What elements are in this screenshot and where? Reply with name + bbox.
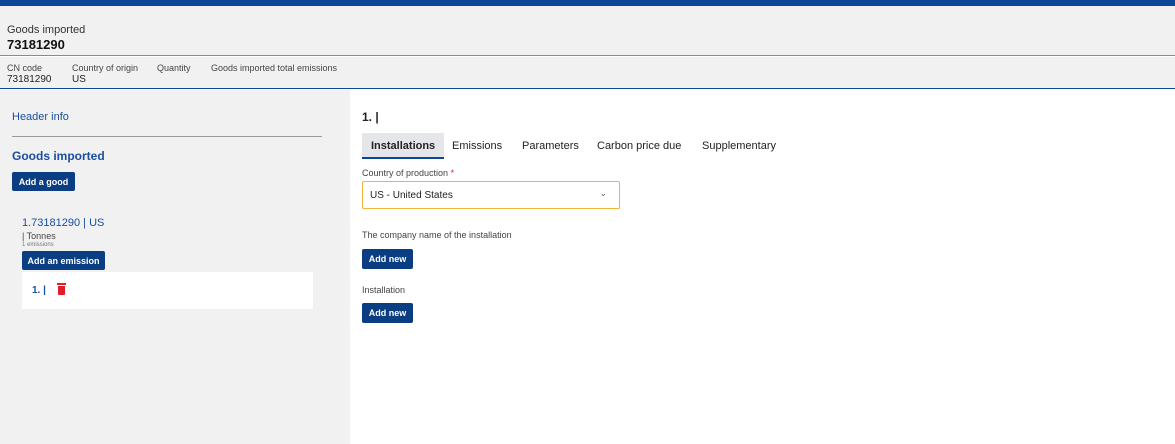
tab-carbon-price-due[interactable]: Carbon price due — [597, 133, 681, 157]
tab-supplementary[interactable]: Supplementary — [702, 133, 776, 157]
country-of-production-value: US - United States — [370, 189, 453, 201]
add-company-button[interactable]: Add new — [362, 249, 413, 269]
add-good-button[interactable]: Add a good — [12, 172, 75, 191]
country-of-origin-label: Country of origin — [72, 63, 139, 73]
tab-parameters[interactable]: Parameters — [522, 133, 579, 157]
chevron-down-icon: ⌄ — [599, 188, 607, 198]
quantity-label: Quantity — [157, 63, 191, 73]
country-of-production-select[interactable]: US - United States ⌄ — [362, 181, 620, 209]
page-header-label: Goods imported — [7, 24, 86, 36]
required-marker: * — [450, 168, 455, 178]
goods-summary-bar: CN code 73181290 Country of origin US Qu… — [0, 57, 1175, 89]
good-item-link[interactable]: 1.73181290 | US — [22, 217, 104, 229]
page-header: Goods imported 73181290 — [0, 6, 1175, 56]
good-item-unit: | Tonnes — [22, 231, 56, 241]
header-info-link[interactable]: Header info — [12, 111, 69, 123]
country-of-origin-value: US — [72, 74, 86, 85]
emission-title: 1. | — [362, 110, 379, 124]
sidebar-divider — [12, 136, 322, 137]
installation-label: Installation — [362, 285, 406, 295]
add-emission-button[interactable]: Add an emission — [22, 251, 105, 270]
cn-code-label: CN code — [7, 63, 43, 73]
emission-item-label: 1. | — [32, 285, 46, 296]
trash-icon[interactable] — [57, 283, 66, 295]
total-emissions-label: Goods imported total emissions — [211, 63, 338, 73]
add-installation-button[interactable]: Add new — [362, 303, 413, 323]
cn-code-value: 73181290 — [7, 74, 52, 85]
sidebar: Header info Goods imported Add a good 1.… — [0, 90, 350, 444]
page-header-value: 73181290 — [7, 37, 65, 52]
tab-bar: Installations Emissions Parameters Carbo… — [362, 133, 1162, 159]
goods-imported-heading: Goods imported — [12, 149, 105, 163]
company-name-label: The company name of the installation — [362, 230, 512, 240]
emission-list-item[interactable]: 1. | — [22, 272, 313, 309]
country-of-production-label-text: Country of production — [362, 168, 449, 178]
tab-emissions[interactable]: Emissions — [452, 133, 502, 157]
good-item-emissions-count: 1 emissions — [22, 242, 54, 248]
country-of-production-label: Country of production * — [362, 168, 454, 178]
tab-installations[interactable]: Installations — [362, 133, 445, 159]
